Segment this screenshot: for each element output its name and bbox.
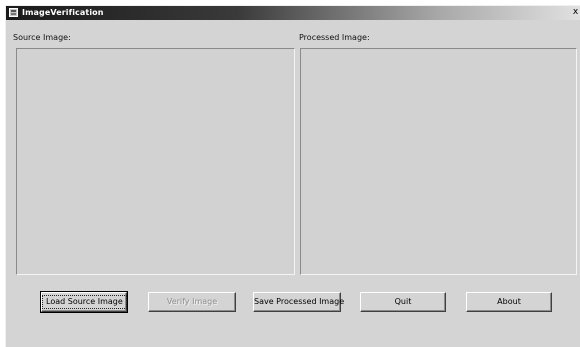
source-image-label: Source Image:	[13, 33, 71, 42]
source-image-panel	[16, 48, 295, 275]
processed-image-panel	[300, 48, 577, 275]
load-source-image-button[interactable]: Load Source Image	[40, 291, 128, 313]
app-window-icon[interactable]	[9, 8, 18, 17]
quit-button[interactable]: Quit	[360, 292, 446, 312]
verify-image-button: Verify Image	[148, 292, 236, 312]
main-window: ImageVerification x Source Image: Proces…	[5, 5, 580, 347]
processed-image-label: Processed Image:	[299, 33, 370, 42]
title-bar[interactable]: ImageVerification x	[6, 6, 580, 20]
window-title: ImageVerification	[22, 8, 104, 17]
save-processed-image-button[interactable]: Save Processed Image	[253, 292, 344, 312]
load-source-image-label: Load Source Image	[42, 295, 127, 309]
about-button[interactable]: About	[466, 292, 552, 312]
close-icon[interactable]: x	[570, 7, 580, 18]
